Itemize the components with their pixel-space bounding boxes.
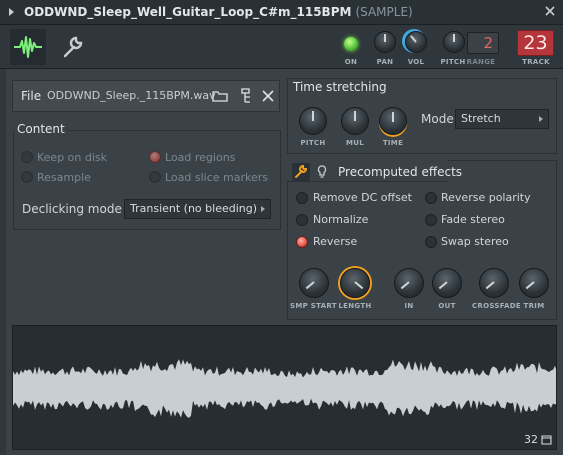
waveform-icon bbox=[14, 36, 42, 58]
reverse-label: Reverse bbox=[313, 235, 358, 248]
crossfade-label: CROSSFADE bbox=[472, 302, 521, 310]
wrench-icon bbox=[63, 36, 83, 58]
window-title: ODDWND_Sleep_Well_Guitar_Loop_C#m_115BPM… bbox=[24, 5, 413, 19]
fade-stereo-radio[interactable] bbox=[425, 214, 437, 226]
load-regions-label: Load regions bbox=[165, 151, 236, 164]
mode-label: Mode bbox=[421, 112, 454, 126]
load-slice-markers-label: Load slice markers bbox=[165, 171, 269, 184]
waveform-graphic bbox=[13, 359, 556, 418]
file-bar: File ODDWND_Sleep._115BPM.wav bbox=[12, 80, 280, 112]
load-slice-markers-radio[interactable] bbox=[149, 171, 161, 183]
content-legend: Content bbox=[14, 122, 68, 136]
file-label: File bbox=[21, 89, 42, 103]
normalize-label: Normalize bbox=[313, 213, 369, 226]
pitch-range-display[interactable]: 2 bbox=[467, 32, 499, 54]
sample-channel-window: ODDWND_Sleep_Well_Guitar_Loop_C#m_115BPM… bbox=[0, 0, 563, 455]
tree-icon[interactable] bbox=[235, 85, 257, 107]
reverse-polarity-label: Reverse polarity bbox=[441, 191, 531, 204]
lightbulb-icon[interactable] bbox=[316, 164, 328, 180]
keep-on-disk-radio[interactable] bbox=[21, 151, 33, 163]
stretch-pitch-label: PITCH bbox=[300, 139, 326, 147]
resample-label: Resample bbox=[37, 171, 91, 184]
stretch-mode-select[interactable]: Stretch bbox=[455, 109, 549, 129]
waveform-display[interactable]: 32 bbox=[12, 325, 557, 450]
time-stretching-legend: Time stretching bbox=[290, 80, 390, 94]
fade-in-knob[interactable] bbox=[394, 268, 424, 298]
folder-icon[interactable] bbox=[209, 85, 231, 107]
stretch-mul-label: MUL bbox=[345, 139, 364, 147]
on-label: ON bbox=[344, 58, 358, 66]
title-bar[interactable]: ODDWND_Sleep_Well_Guitar_Loop_C#m_115BPM… bbox=[0, 0, 563, 25]
close-icon[interactable] bbox=[543, 4, 557, 18]
waveform-marker-number: 32 bbox=[524, 433, 538, 446]
swap-stereo-label: Swap stereo bbox=[441, 235, 509, 248]
waveform-tab-button[interactable] bbox=[10, 29, 46, 65]
crossfade-knob[interactable] bbox=[479, 268, 509, 298]
resample-radio[interactable] bbox=[21, 171, 33, 183]
in-label: IN bbox=[404, 302, 414, 310]
on-led-toggle[interactable] bbox=[344, 37, 358, 51]
flag-icon[interactable] bbox=[541, 435, 552, 445]
stretch-time-knob[interactable] bbox=[379, 107, 407, 135]
smp-start-knob[interactable] bbox=[299, 268, 329, 298]
file-name[interactable]: ODDWND_Sleep._115BPM.wav bbox=[47, 89, 216, 102]
pitch-knob[interactable] bbox=[443, 31, 465, 53]
declicking-mode-value: Transient (no bleeding) bbox=[130, 202, 258, 215]
remove-dc-offset-radio[interactable] bbox=[296, 192, 308, 204]
mixer-track-display[interactable]: 23 bbox=[517, 30, 554, 56]
precomputed-effects-legend: Precomputed effects bbox=[338, 165, 463, 179]
pitch-label: PITCH bbox=[440, 58, 466, 66]
fade-out-knob[interactable] bbox=[432, 268, 462, 298]
range-label: RANGE bbox=[466, 58, 496, 66]
remove-dc-offset-label: Remove DC offset bbox=[313, 191, 412, 204]
collapse-arrow-icon[interactable] bbox=[9, 8, 14, 16]
settings-tab-button[interactable] bbox=[54, 29, 90, 65]
out-label: OUT bbox=[438, 302, 456, 310]
window-title-text: ODDWND_Sleep_Well_Guitar_Loop_C#m_115BPM bbox=[24, 5, 352, 19]
stretch-mul-knob[interactable] bbox=[341, 107, 369, 135]
normalize-radio[interactable] bbox=[296, 214, 308, 226]
chevron-right-icon bbox=[539, 116, 543, 122]
smp-start-label: SMP START bbox=[290, 302, 337, 310]
length-label: LENGTH bbox=[338, 302, 372, 310]
fade-stereo-label: Fade stereo bbox=[441, 213, 505, 226]
pan-label: PAN bbox=[376, 58, 394, 66]
volume-knob[interactable] bbox=[405, 31, 427, 53]
swap-stereo-radio[interactable] bbox=[425, 236, 437, 248]
chevron-right-icon bbox=[261, 206, 265, 212]
stretch-time-label: TIME bbox=[382, 139, 404, 147]
keep-on-disk-label: Keep on disk bbox=[37, 151, 108, 164]
trim-knob[interactable] bbox=[519, 268, 549, 298]
left-edge-strip bbox=[0, 69, 6, 455]
track-label: TRACK bbox=[522, 58, 550, 66]
length-knob[interactable] bbox=[340, 268, 370, 298]
stretch-mode-value: Stretch bbox=[461, 112, 501, 125]
close-file-icon[interactable] bbox=[257, 85, 279, 107]
stretch-pitch-knob[interactable] bbox=[299, 107, 327, 135]
pan-knob[interactable] bbox=[374, 31, 396, 53]
trim-label: TRIM bbox=[523, 302, 545, 310]
declicking-mode-label: Declicking mode bbox=[22, 202, 122, 216]
vol-label: VOL bbox=[407, 58, 425, 66]
load-regions-radio[interactable] bbox=[149, 151, 161, 163]
declicking-mode-select[interactable]: Transient (no bleeding) bbox=[124, 199, 271, 219]
reverse-radio[interactable] bbox=[296, 236, 308, 248]
window-subtitle: (SAMPLE) bbox=[355, 5, 413, 19]
channel-toolbar: ON PAN VOL PITCH 2 RANGE 23 TRACK bbox=[0, 25, 563, 69]
reverse-polarity-radio[interactable] bbox=[425, 192, 437, 204]
wrench-icon[interactable] bbox=[292, 163, 310, 181]
